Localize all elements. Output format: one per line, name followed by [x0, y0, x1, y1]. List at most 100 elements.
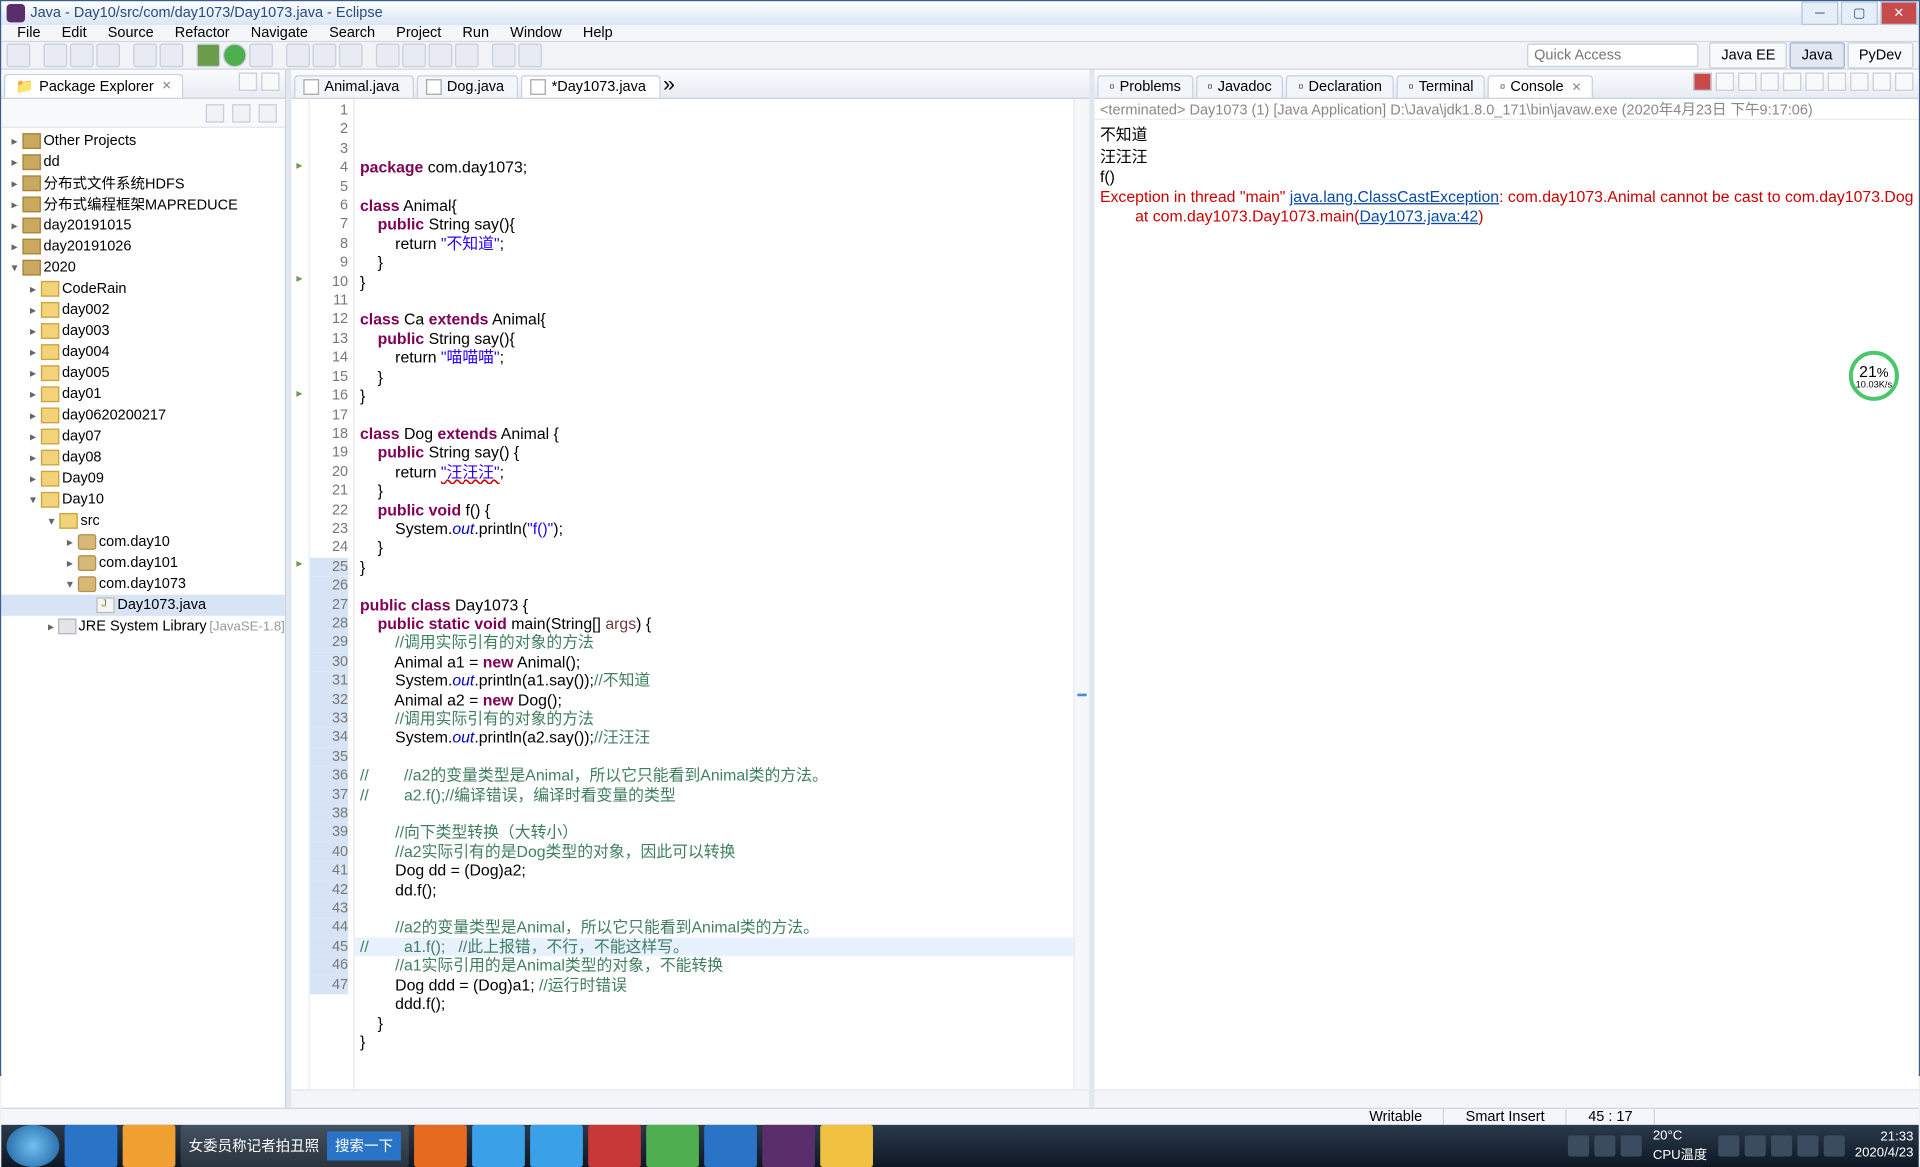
tree-item[interactable]: ▸day003	[1, 320, 285, 341]
save-button[interactable]	[44, 44, 68, 68]
menu-refactor[interactable]: Refactor	[164, 25, 240, 41]
system-tray[interactable]	[1568, 1136, 1642, 1157]
taskbar-cloud-icon[interactable]	[530, 1125, 583, 1167]
overview-ruler[interactable]	[1074, 99, 1090, 1090]
editor-tab[interactable]: *Day1073.java	[521, 75, 660, 97]
tree-item[interactable]: Day1073.java	[1, 595, 285, 616]
taskbar-ie2-icon[interactable]	[704, 1125, 757, 1167]
perspective-pydev[interactable]: PyDev	[1847, 42, 1913, 68]
marker-ruler[interactable]: ▸ ▸ ▸ ▸	[291, 99, 309, 1090]
close-icon[interactable]: ✕	[162, 79, 172, 94]
coverage-button[interactable]	[249, 44, 273, 68]
view-tab-terminal[interactable]: ▫Terminal	[1396, 75, 1485, 97]
tree-item[interactable]: ▸分布式编程框架MAPREDUCE	[1, 194, 285, 215]
back-button[interactable]	[492, 44, 516, 68]
search-button[interactable]	[376, 44, 400, 68]
taskbar-app-icon[interactable]	[123, 1125, 176, 1167]
remove-all-button[interactable]	[1738, 73, 1756, 91]
build-button[interactable]	[160, 44, 184, 68]
minimize-console-button[interactable]	[1873, 73, 1891, 91]
minimize-button[interactable]: ─	[1801, 1, 1838, 25]
terminate-button[interactable]	[1693, 73, 1711, 91]
tab-package-explorer[interactable]: 📁 Package Explorer ✕	[4, 74, 183, 98]
editor-tab[interactable]: Animal.java	[294, 75, 414, 97]
speed-widget[interactable]: 21% 10.03K/s	[1849, 351, 1899, 401]
line-numbers[interactable]: 1234567891011121314151617181920212223242…	[310, 99, 355, 1090]
taskbar-browser-icon[interactable]	[646, 1125, 699, 1167]
temp-widget[interactable]: 20°CCPU温度	[1653, 1129, 1707, 1163]
minimize-view-button[interactable]	[239, 73, 257, 91]
task-button[interactable]	[402, 44, 426, 68]
forward-button[interactable]	[518, 44, 542, 68]
tree-item[interactable]: ▸day07	[1, 426, 285, 447]
start-button[interactable]	[7, 1125, 60, 1167]
menu-navigate[interactable]: Navigate	[240, 25, 318, 41]
pin-button[interactable]	[455, 44, 479, 68]
menu-search[interactable]: Search	[319, 25, 386, 41]
tree-item[interactable]: ▸day0620200217	[1, 405, 285, 426]
pin-console-button[interactable]	[1805, 73, 1823, 91]
taskbar-youdao-icon[interactable]	[588, 1125, 641, 1167]
taskbar-firefox-icon[interactable]	[414, 1125, 467, 1167]
open-type-button[interactable]	[339, 44, 363, 68]
package-tree[interactable]: ▸Other Projects▸dd▸分布式文件系统HDFS▸分布式编程框架MA…	[1, 128, 285, 1108]
maximize-console-button[interactable]	[1895, 73, 1913, 91]
tree-item[interactable]: ▾com.day1073	[1, 574, 285, 595]
link-editor-button[interactable]	[232, 104, 250, 122]
scroll-lock-button[interactable]	[1783, 73, 1801, 91]
tree-item[interactable]: ▸JRE System Library[JavaSE-1.8]	[1, 616, 285, 637]
clock[interactable]: 21:332020/4/23	[1855, 1130, 1914, 1162]
debug-button[interactable]	[196, 44, 220, 68]
menu-file[interactable]: File	[7, 25, 51, 41]
menu-run[interactable]: Run	[452, 25, 500, 41]
maximize-view-button[interactable]	[261, 73, 279, 91]
close-button[interactable]: ✕	[1880, 1, 1917, 25]
tree-item[interactable]: ▸com.day10	[1, 531, 285, 552]
taskbar-eclipse-icon[interactable]	[762, 1125, 815, 1167]
clear-console-button[interactable]	[1760, 73, 1778, 91]
open-console-button[interactable]	[1850, 73, 1868, 91]
perspective-java[interactable]: Java	[1790, 42, 1844, 68]
new-class-button[interactable]	[313, 44, 337, 68]
collapse-all-button[interactable]	[206, 104, 224, 122]
view-tab-console[interactable]: ▫Console✕	[1488, 75, 1593, 97]
view-menu-button[interactable]	[258, 104, 276, 122]
exception-link[interactable]: java.lang.ClassCastException	[1290, 187, 1499, 205]
display-button[interactable]	[1828, 73, 1846, 91]
tree-item[interactable]: ▸day01	[1, 384, 285, 405]
taskbar-ie-icon[interactable]	[65, 1125, 118, 1167]
view-tab-problems[interactable]: ▫Problems	[1097, 75, 1192, 97]
tree-item[interactable]: ▾2020	[1, 257, 285, 278]
save-all-button[interactable]	[70, 44, 94, 68]
view-tab-javadoc[interactable]: ▫Javadoc	[1195, 75, 1283, 97]
tree-item[interactable]: ▾Day10	[1, 489, 285, 510]
taskbar-chrome-icon[interactable]	[820, 1125, 873, 1167]
remove-launch-button[interactable]	[1716, 73, 1734, 91]
console-hscroll[interactable]	[1095, 1089, 1919, 1107]
tree-item[interactable]: ▸Other Projects	[1, 131, 285, 152]
show-list-button[interactable]: »	[663, 74, 675, 96]
annotate-button[interactable]	[429, 44, 453, 68]
toggle-button[interactable]	[133, 44, 157, 68]
menu-help[interactable]: Help	[572, 25, 623, 41]
print-button[interactable]	[96, 44, 120, 68]
new-package-button[interactable]	[286, 44, 310, 68]
tree-item[interactable]: ▸day002	[1, 299, 285, 320]
menu-window[interactable]: Window	[500, 25, 573, 41]
console-output[interactable]: 不知道 汪汪汪 f() Exception in thread "main" j…	[1095, 120, 1919, 1089]
run-button[interactable]	[223, 44, 247, 68]
tree-item[interactable]: ▸day20191026	[1, 236, 285, 257]
view-tab-declaration[interactable]: ▫Declaration	[1286, 75, 1394, 97]
tree-item[interactable]: ▸dd	[1, 152, 285, 173]
tree-item[interactable]: ▸day08	[1, 447, 285, 468]
tree-item[interactable]: ▸Day09	[1, 468, 285, 489]
taskbar-app2-icon[interactable]	[472, 1125, 525, 1167]
menu-edit[interactable]: Edit	[51, 25, 97, 41]
perspective-javaee[interactable]: Java EE	[1710, 42, 1788, 68]
menu-source[interactable]: Source	[97, 25, 164, 41]
tree-item[interactable]: ▸com.day101	[1, 553, 285, 574]
maximize-button[interactable]: ▢	[1841, 1, 1878, 25]
tree-item[interactable]: ▸day005	[1, 363, 285, 384]
code-editor[interactable]: package com.day1073; class Animal{ publi…	[355, 99, 1074, 1090]
stacktrace-link[interactable]: Day1073.java:42	[1359, 207, 1478, 225]
